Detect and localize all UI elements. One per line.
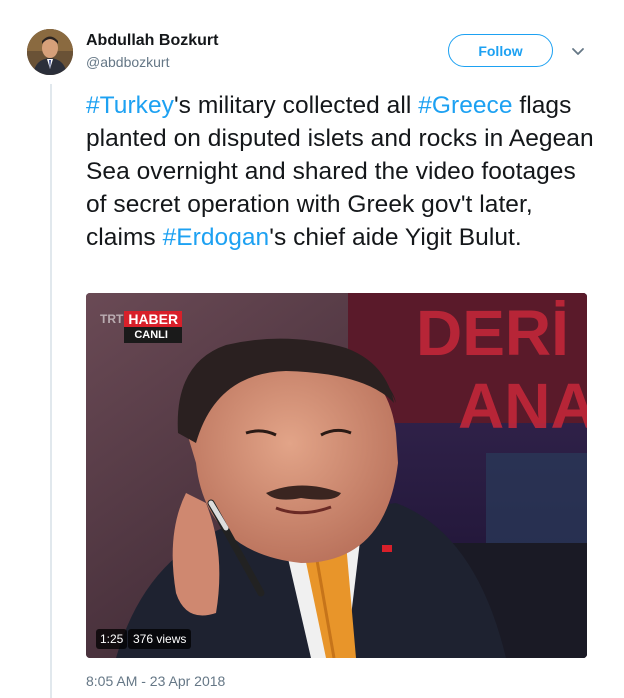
thread-line [50,84,52,698]
avatar-image [27,29,73,75]
logo-live-label: CANLI [124,327,183,343]
background-text: ANA [458,370,587,442]
tweet-text-segment: 's military collected all [173,92,419,119]
logo-prefix: TRT [100,312,124,326]
tweet-text-segment: 's chief aide Yigit Bulut. [269,224,522,251]
video-player[interactable]: DERİ ANA TRT HABER CANLI 1:25 376 views [86,293,587,658]
avatar[interactable] [27,29,73,75]
tweet-header: Abdullah Bozkurt @abdbozkurt [86,31,218,72]
video-view-count: 376 views [128,629,192,649]
hashtag-link[interactable]: #Erdogan [163,224,270,251]
display-name[interactable]: Abdullah Bozkurt [86,31,218,51]
follow-button[interactable]: Follow [448,34,553,67]
background-text: DERİ [416,297,569,369]
hashtag-link[interactable]: #Turkey [86,92,174,119]
video-duration: 1:25 [96,629,128,649]
tweet-text: #Turkey's military collected all #Greece… [86,89,601,254]
user-handle[interactable]: @abdbozkurt [86,52,218,72]
logo-main: HABER [124,311,183,327]
hashtag-link[interactable]: #Greece [418,92,512,119]
channel-logo: TRT HABER CANLI [100,311,183,343]
tweet-timestamp[interactable]: 8:05 AM - 23 Apr 2018 [86,672,225,690]
chevron-down-icon[interactable] [569,42,587,60]
video-frame: DERİ ANA [86,293,587,658]
